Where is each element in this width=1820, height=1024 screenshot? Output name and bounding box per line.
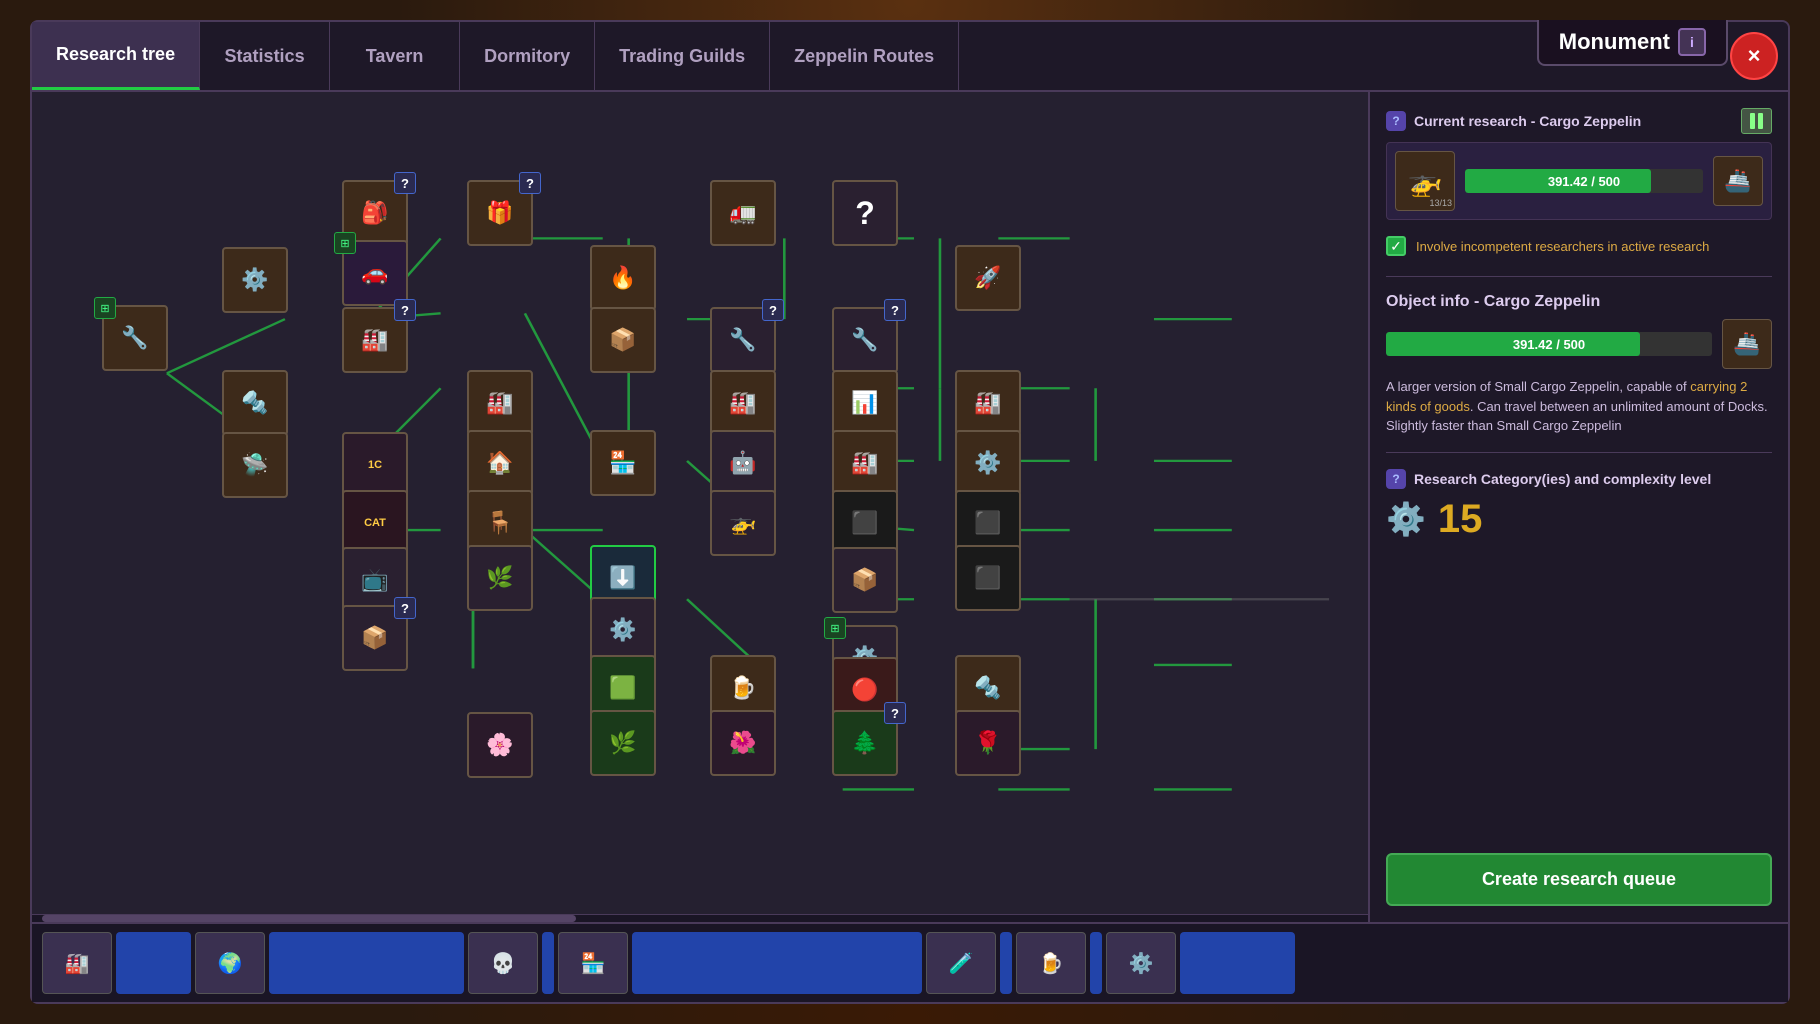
tree-node[interactable]: 🔥 [590,245,656,311]
main-window: Monument i × Research tree Statistics Ta… [30,20,1790,1004]
content-area: 🔧⊞⚙️🔩🛸🎒?🚗⊞🏭?1CCAT📺📦?🎁?🏭🏠🪑🌿🌸🔥📦🏪⬇️⚙️🟩🌿🚛🔧?🏭… [32,92,1788,922]
info-button[interactable]: i [1678,28,1706,56]
timeline-item[interactable]: 🌍 [195,932,265,994]
tree-node[interactable]: 🔧? [710,307,776,373]
tab-zeppelin-routes[interactable]: Zeppelin Routes [770,22,959,90]
tree-node[interactable]: 📊 [832,370,898,436]
complexity-row: ⚙️ 15 [1386,497,1772,542]
tree-node[interactable]: ⚙️ [222,247,288,313]
timeline-item[interactable]: 💀 [468,932,538,994]
object-info-section: Object info - Cargo Zeppelin 391.42 / 50… [1386,293,1772,436]
timeline-item[interactable]: 🍺 [1016,932,1086,994]
timeline-bar-segment [1090,932,1102,994]
timeline-item[interactable]: 🧪 [926,932,996,994]
tree-node[interactable]: 📦? [342,605,408,671]
object-info-title: Object info - Cargo Zeppelin [1386,293,1772,311]
tree-node[interactable]: 🤖 [710,430,776,496]
tree-scrollbar-thumb[interactable] [42,915,576,922]
close-button[interactable]: × [1730,32,1778,80]
tree-node[interactable]: 🌹 [955,710,1021,776]
current-research-box: 🚁 13/13 391.42 / 500 🚢 [1386,142,1772,220]
timeline-item[interactable]: 🏭 [42,932,112,994]
tree-node[interactable]: 🏭 [955,370,1021,436]
timeline-bar-segment [542,932,554,994]
current-research-badge: ? [1386,111,1406,131]
tree-node[interactable]: 🌿 [467,545,533,611]
tree-node[interactable]: 🎁? [467,180,533,246]
tree-node[interactable]: 🔩 [222,370,288,436]
tree-node[interactable]: 🏪 [590,430,656,496]
complexity-icon: ⚙️ [1386,500,1426,538]
current-research-progress: 391.42 / 500 [1465,169,1703,193]
tree-node[interactable]: 🏠 [467,430,533,496]
tree-panel[interactable]: 🔧⊞⚙️🔩🛸🎒?🚗⊞🏭?1CCAT📺📦?🎁?🏭🏠🪑🌿🌸🔥📦🏪⬇️⚙️🟩🌿🚛🔧?🏭… [32,92,1368,922]
tree-node[interactable]: 🌸 [467,712,533,778]
right-sidebar: ? Current research - Cargo Zeppelin 🚁 13… [1368,92,1788,922]
tree-node[interactable]: 📦 [832,547,898,613]
tab-tavern[interactable]: Tavern [330,22,460,90]
current-research-title: ? Current research - Cargo Zeppelin [1386,111,1641,131]
current-progress-bar: 391.42 / 500 [1465,169,1703,193]
category-title: Research Category(ies) and complexity le… [1414,471,1711,487]
tree-node[interactable]: 🏭 [710,370,776,436]
tree-node[interactable]: ⬛ [955,545,1021,611]
spacer [1386,554,1772,842]
category-badge: ? [1386,469,1406,489]
tab-trading-guilds[interactable]: Trading Guilds [595,22,770,90]
tree-node[interactable]: ⚙️ [590,597,656,663]
timeline-bar-segment [1180,932,1295,994]
tree-node[interactable]: 🌿 [590,710,656,776]
timeline-item[interactable]: ⚙️ [1106,932,1176,994]
tree-node[interactable]: 🌲? [832,710,898,776]
tree-node[interactable]: 🌺 [710,710,776,776]
current-research-section: ? Current research - Cargo Zeppelin 🚁 13… [1386,108,1772,220]
tabs-bar: Research tree Statistics Tavern Dormitor… [32,22,1788,92]
tree-node[interactable]: 1C [342,432,408,498]
category-title-row: ? Research Category(ies) and complexity … [1386,469,1772,489]
tab-research-tree[interactable]: Research tree [32,22,200,90]
current-research-icon: 🚁 13/13 [1395,151,1455,211]
tab-statistics[interactable]: Statistics [200,22,330,90]
monument-title: Monument [1559,29,1670,55]
timeline-bar-segment [632,932,922,994]
tree-node[interactable]: 🏭? [342,307,408,373]
tree-node[interactable]: 🏭 [832,430,898,496]
tree-node[interactable]: 📦 [590,307,656,373]
checkbox-label: Involve incompetent researchers in activ… [1416,239,1709,254]
create-research-queue-button[interactable]: Create research queue [1386,853,1772,906]
divider-1 [1386,276,1772,277]
timeline-bar-segment [116,932,191,994]
object-thumb: 🚢 [1722,319,1772,369]
tree-node[interactable]: 🚀 [955,245,1021,311]
tree-node[interactable]: 🔧? [832,307,898,373]
tab-dormitory[interactable]: Dormitory [460,22,595,90]
object-progress-bar: 391.42 / 500 [1386,332,1712,356]
tree-node[interactable]: 🚛 [710,180,776,246]
timeline-bar: 🏭 🌍 💀 🏪 🧪 🍺 ⚙️ [32,922,1788,1002]
tree-node[interactable]: 🔧⊞ [102,305,168,371]
incompetent-checkbox[interactable]: ✓ [1386,236,1406,256]
incompetent-researchers-row[interactable]: ✓ Involve incompetent researchers in act… [1386,232,1772,260]
current-research-thumb: 🚢 [1713,156,1763,206]
tree-node[interactable]: ? [832,180,898,246]
complexity-number: 15 [1438,497,1483,542]
tree-node[interactable]: ⚙️ [955,430,1021,496]
timeline-bar-segment [1000,932,1012,994]
timeline-bar-segment [269,932,464,994]
category-section: ? Research Category(ies) and complexity … [1386,469,1772,542]
divider-2 [1386,452,1772,453]
timeline-item[interactable]: 🏪 [558,932,628,994]
tree-node[interactable]: 🏭 [467,370,533,436]
tree-node[interactable]: 🚗⊞ [342,240,408,306]
object-description: A larger version of Small Cargo Zeppelin… [1386,377,1772,436]
tree-node[interactable]: 🛸 [222,432,288,498]
tree-node[interactable]: 🚁 [710,490,776,556]
tree-scrollbar[interactable] [32,914,1368,922]
pause-button[interactable] [1741,108,1772,134]
object-progress-row: 391.42 / 500 🚢 [1386,319,1772,369]
